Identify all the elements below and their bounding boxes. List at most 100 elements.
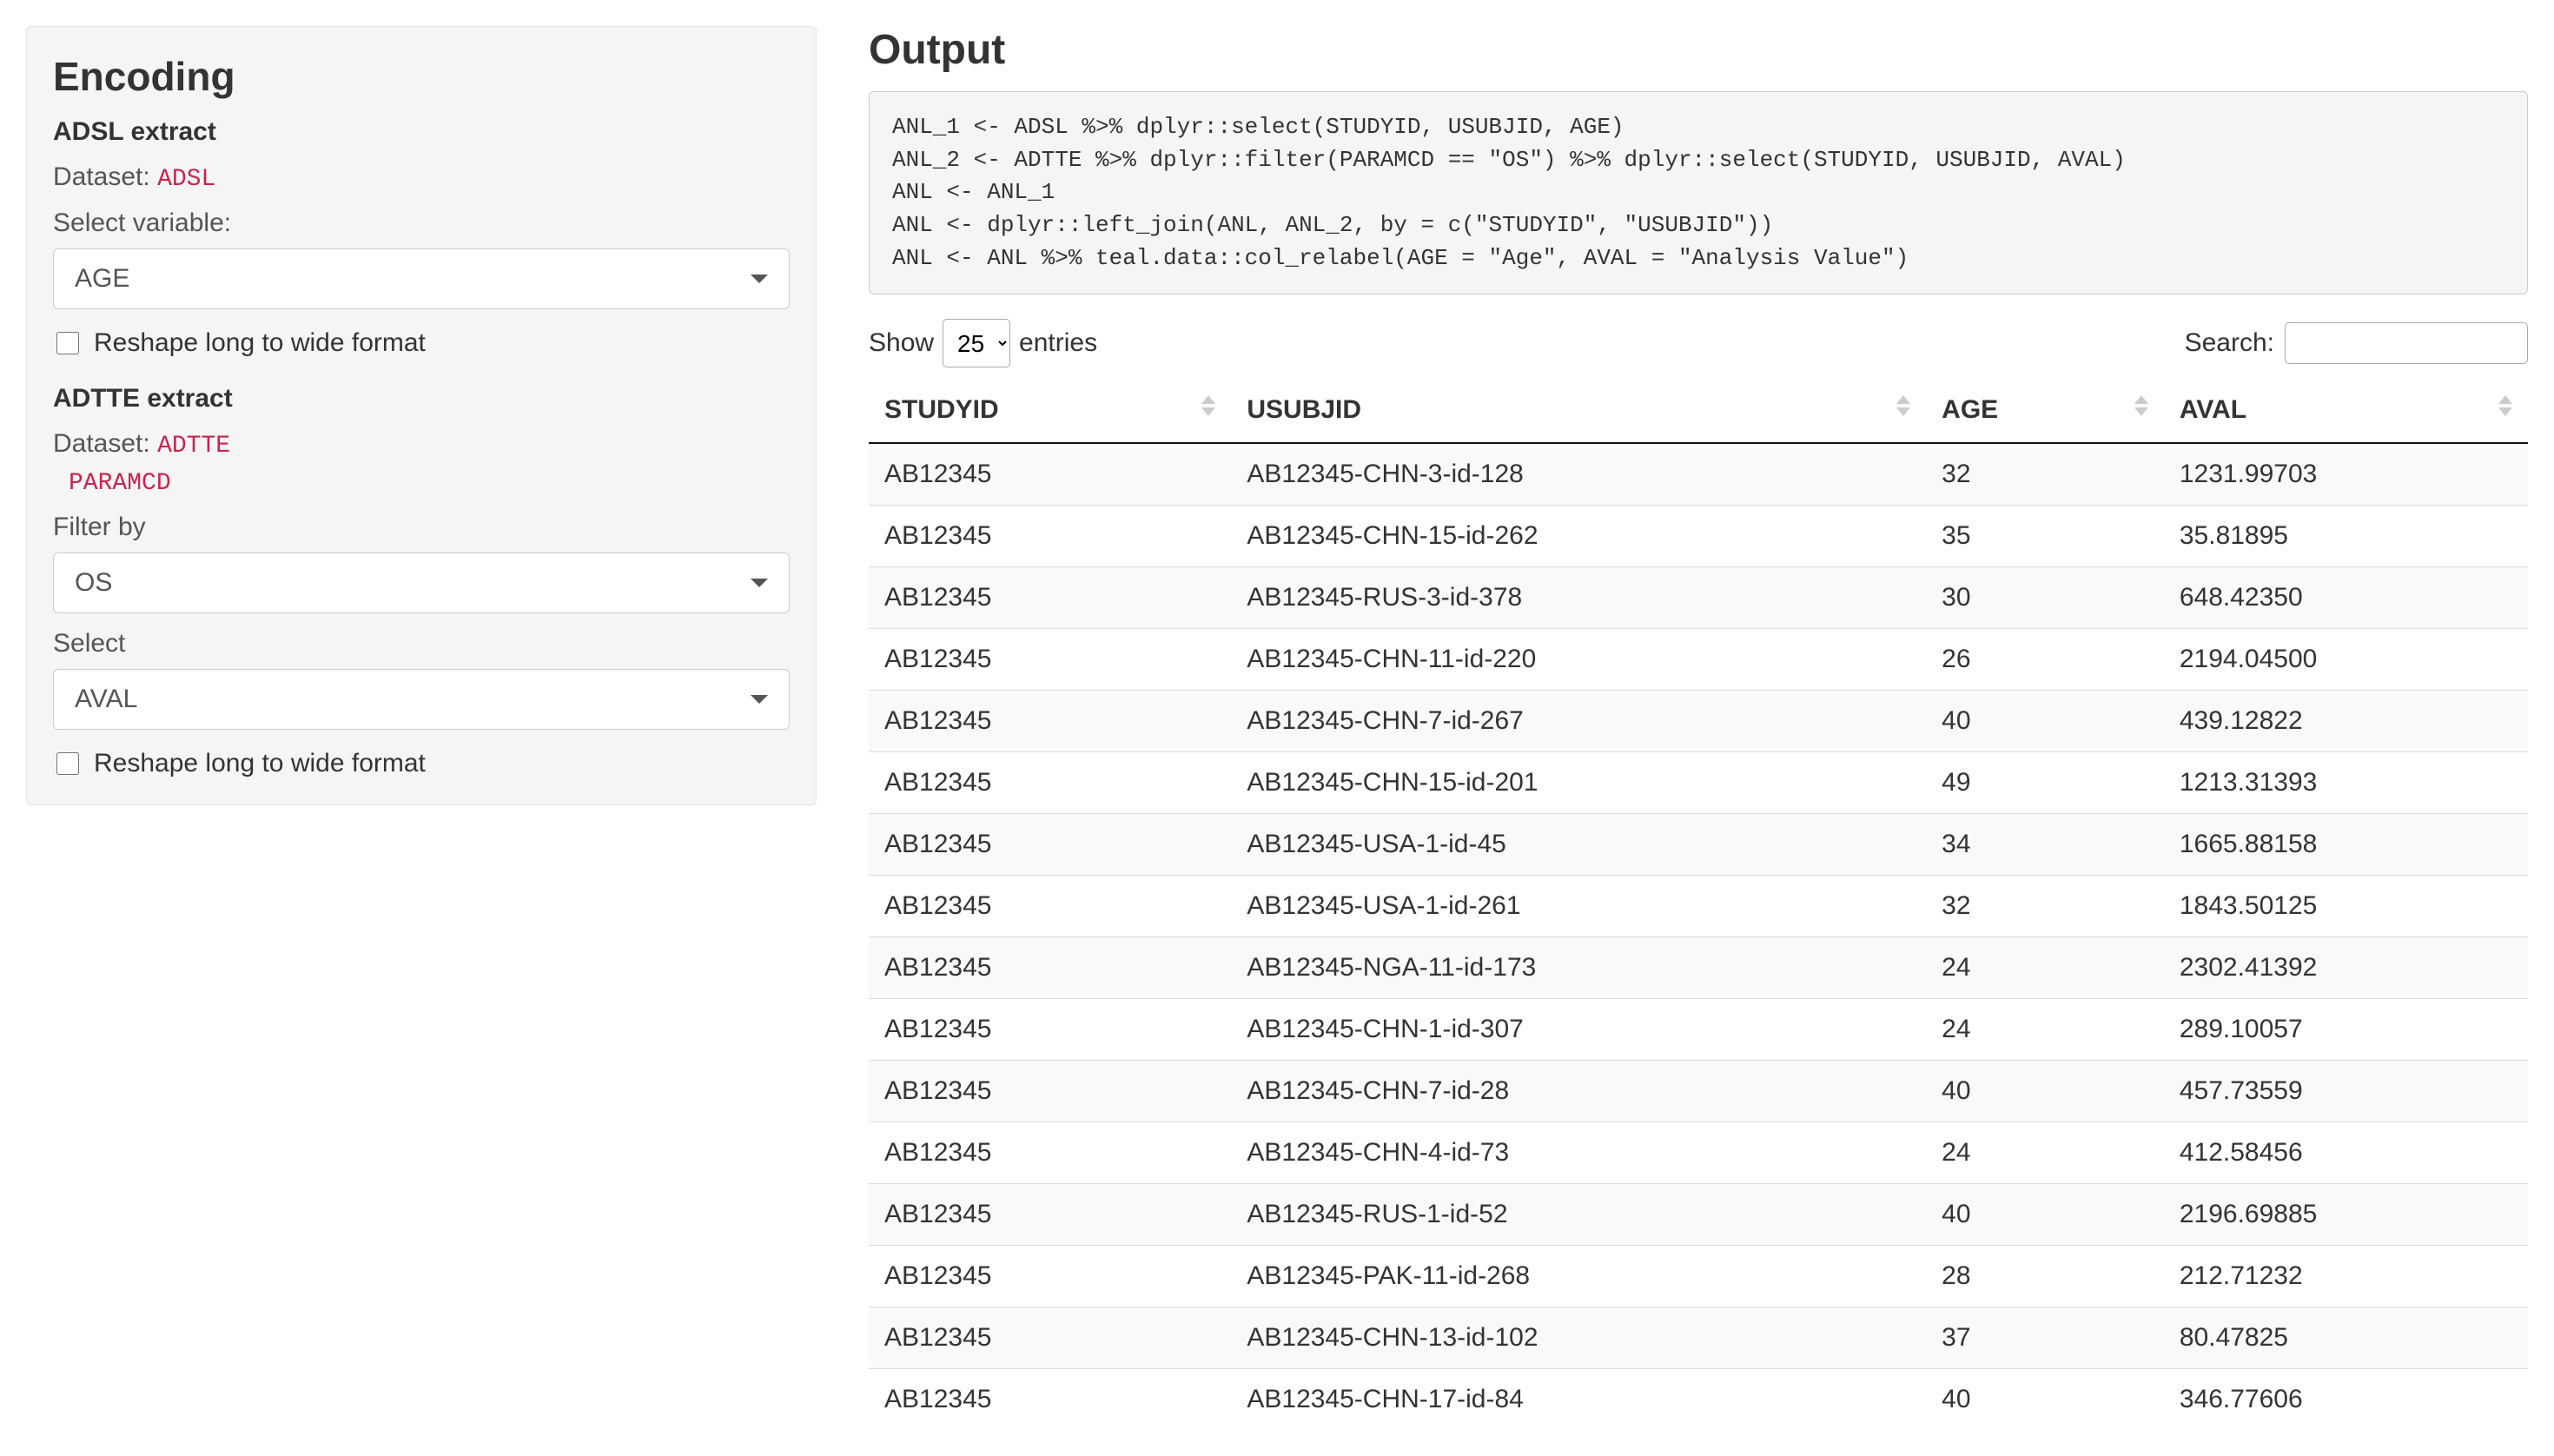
cell-aval: 80.47825: [2164, 1307, 2528, 1369]
cell-age: 24: [1926, 1122, 2164, 1184]
sort-icon: [1896, 395, 1910, 416]
table-row: AB12345AB12345-USA-1-id-261321843.50125: [869, 876, 2528, 937]
adtte-reshape-label: Reshape long to wide format: [94, 749, 426, 778]
cell-aval: 1843.50125: [2164, 876, 2528, 937]
cell-usubjid: AB12345-CHN-7-id-267: [1231, 691, 1926, 752]
cell-studyid: AB12345: [869, 1061, 1231, 1122]
column-header-usubjid[interactable]: USUBJID: [1231, 383, 1926, 443]
column-header-age[interactable]: AGE: [1926, 383, 2164, 443]
table-row: AB12345AB12345-CHN-1-id-30724289.10057: [869, 999, 2528, 1061]
adsl-dataset-label: Dataset:: [53, 162, 150, 191]
cell-usubjid: AB12345-NGA-11-id-173: [1231, 937, 1926, 999]
search-input[interactable]: [2285, 322, 2528, 364]
table-row: AB12345AB12345-CHN-4-id-7324412.58456: [869, 1122, 2528, 1184]
adtte-dataset-row: Dataset: ADTTE: [53, 429, 790, 460]
adtte-filter-by-value: OS: [75, 568, 112, 598]
sort-icon: [2498, 395, 2512, 416]
cell-aval: 289.10057: [2164, 999, 2528, 1061]
cell-aval: 1665.88158: [2164, 814, 2528, 876]
cell-studyid: AB12345: [869, 567, 1231, 629]
adsl-select-variable-label: Select variable:: [53, 208, 790, 238]
adsl-reshape-checkbox-row[interactable]: Reshape long to wide format: [53, 328, 790, 358]
table-row: AB12345AB12345-NGA-11-id-173242302.41392: [869, 937, 2528, 999]
cell-age: 40: [1926, 1369, 2164, 1431]
cell-studyid: AB12345: [869, 1369, 1231, 1431]
adsl-reshape-checkbox[interactable]: [56, 332, 79, 354]
adtte-dataset-label: Dataset:: [53, 429, 150, 458]
output-table: STUDYIDUSUBJIDAGEAVAL AB12345AB12345-CHN…: [869, 383, 2528, 1430]
cell-age: 40: [1926, 691, 2164, 752]
show-entries-select[interactable]: 25: [943, 319, 1010, 367]
cell-studyid: AB12345: [869, 999, 1231, 1061]
cell-usubjid: AB12345-CHN-1-id-307: [1231, 999, 1926, 1061]
cell-age: 49: [1926, 752, 2164, 814]
cell-studyid: AB12345: [869, 937, 1231, 999]
cell-aval: 346.77606: [2164, 1369, 2528, 1431]
cell-age: 24: [1926, 999, 2164, 1061]
encoding-title: Encoding: [53, 53, 790, 100]
cell-age: 30: [1926, 567, 2164, 629]
cell-studyid: AB12345: [869, 506, 1231, 567]
column-header-aval[interactable]: AVAL: [2164, 383, 2528, 443]
cell-studyid: AB12345: [869, 814, 1231, 876]
cell-studyid: AB12345: [869, 691, 1231, 752]
table-row: AB12345AB12345-RUS-1-id-52402196.69885: [869, 1184, 2528, 1246]
cell-usubjid: AB12345-CHN-15-id-201: [1231, 752, 1926, 814]
cell-usubjid: AB12345-CHN-11-id-220: [1231, 629, 1926, 691]
cell-aval: 2302.41392: [2164, 937, 2528, 999]
cell-usubjid: AB12345-CHN-13-id-102: [1231, 1307, 1926, 1369]
table-row: AB12345AB12345-CHN-7-id-2840457.73559: [869, 1061, 2528, 1122]
adtte-reshape-checkbox-row[interactable]: Reshape long to wide format: [53, 749, 790, 778]
cell-usubjid: AB12345-PAK-11-id-268: [1231, 1246, 1926, 1307]
cell-aval: 648.42350: [2164, 567, 2528, 629]
cell-usubjid: AB12345-RUS-1-id-52: [1231, 1184, 1926, 1246]
cell-age: 35: [1926, 506, 2164, 567]
cell-usubjid: AB12345-CHN-3-id-128: [1231, 443, 1926, 506]
cell-usubjid: AB12345-RUS-3-id-378: [1231, 567, 1926, 629]
adsl-dataset-value: ADSL: [157, 166, 215, 193]
cell-usubjid: AB12345-USA-1-id-261: [1231, 876, 1926, 937]
cell-aval: 457.73559: [2164, 1061, 2528, 1122]
adtte-section-label: ADTTE extract: [53, 384, 790, 414]
adtte-filter-by-label: Filter by: [53, 513, 790, 542]
output-title: Output: [869, 26, 2528, 74]
cell-aval: 1213.31393: [2164, 752, 2528, 814]
cell-aval: 35.81895: [2164, 506, 2528, 567]
search-label: Search:: [2185, 328, 2274, 358]
cell-aval: 212.71232: [2164, 1246, 2528, 1307]
adtte-select-value: AVAL: [75, 685, 137, 714]
cell-usubjid: AB12345-USA-1-id-45: [1231, 814, 1926, 876]
table-row: AB12345AB12345-RUS-3-id-37830648.42350: [869, 567, 2528, 629]
cell-age: 24: [1926, 937, 2164, 999]
cell-age: 32: [1926, 443, 2164, 506]
adsl-select-variable[interactable]: AGE: [53, 248, 790, 309]
adtte-select[interactable]: AVAL: [53, 669, 790, 730]
table-row: AB12345AB12345-PAK-11-id-26828212.71232: [869, 1246, 2528, 1307]
cell-aval: 2194.04500: [2164, 629, 2528, 691]
adtte-filter-by-select[interactable]: OS: [53, 553, 790, 613]
adtte-dataset-value: ADTTE: [157, 433, 230, 460]
caret-down-icon: [751, 275, 768, 283]
cell-age: 32: [1926, 876, 2164, 937]
table-row: AB12345AB12345-CHN-3-id-128321231.99703: [869, 443, 2528, 506]
cell-studyid: AB12345: [869, 1122, 1231, 1184]
adsl-dataset-row: Dataset: ADSL: [53, 162, 790, 193]
cell-studyid: AB12345: [869, 1246, 1231, 1307]
cell-usubjid: AB12345-CHN-15-id-262: [1231, 506, 1926, 567]
show-entries-pre: Show: [869, 328, 934, 358]
table-row: AB12345AB12345-CHN-7-id-26740439.12822: [869, 691, 2528, 752]
cell-studyid: AB12345: [869, 1184, 1231, 1246]
table-row: AB12345AB12345-USA-1-id-45341665.88158: [869, 814, 2528, 876]
adtte-select-label: Select: [53, 629, 790, 659]
cell-usubjid: AB12345-CHN-4-id-73: [1231, 1122, 1926, 1184]
cell-aval: 439.12822: [2164, 691, 2528, 752]
column-header-studyid[interactable]: STUDYID: [869, 383, 1231, 443]
encoding-panel: Encoding ADSL extract Dataset: ADSL Sele…: [26, 26, 817, 805]
cell-studyid: AB12345: [869, 443, 1231, 506]
adsl-reshape-label: Reshape long to wide format: [94, 328, 426, 358]
adtte-reshape-checkbox[interactable]: [56, 752, 79, 775]
table-row: AB12345AB12345-CHN-15-id-201491213.31393: [869, 752, 2528, 814]
cell-studyid: AB12345: [869, 1307, 1231, 1369]
cell-usubjid: AB12345-CHN-17-id-84: [1231, 1369, 1926, 1431]
table-row: AB12345AB12345-CHN-13-id-1023780.47825: [869, 1307, 2528, 1369]
